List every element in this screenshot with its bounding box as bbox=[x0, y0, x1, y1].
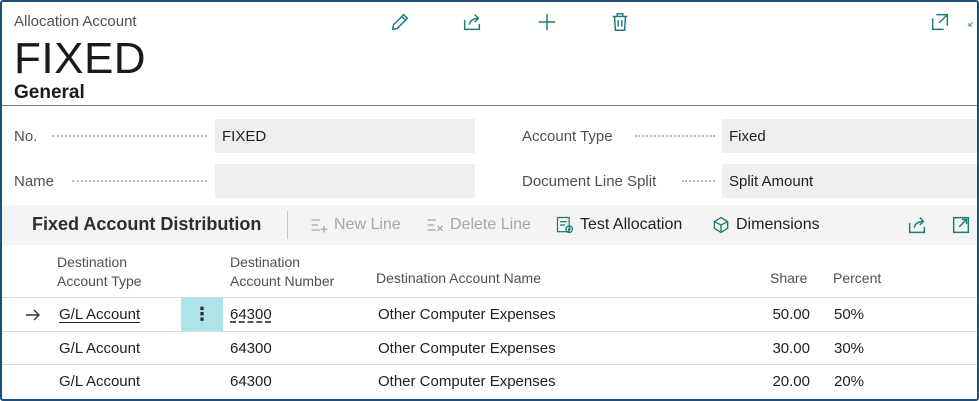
name-field[interactable] bbox=[215, 164, 475, 198]
cell-percent: 20% bbox=[834, 373, 865, 390]
cell-account-name: Other Computer Expenses bbox=[378, 340, 556, 357]
new-line-icon bbox=[311, 219, 328, 233]
col-label-line2: Account Type bbox=[57, 273, 142, 289]
section-title-general: General bbox=[14, 82, 85, 103]
dimensions-label: Dimensions bbox=[736, 216, 820, 233]
page-title: FIXED bbox=[14, 34, 147, 83]
col-label-line1: Destination bbox=[57, 254, 128, 270]
dimensions-icon bbox=[713, 216, 729, 234]
col-percent[interactable]: Percent bbox=[833, 269, 881, 288]
test-allocation-label: Test Allocation bbox=[580, 216, 683, 233]
share-icon[interactable] bbox=[906, 214, 928, 236]
divider bbox=[287, 211, 288, 239]
table-row[interactable]: G/L Account ⋮ 64300 Other Computer Expen… bbox=[2, 298, 977, 331]
document-line-split-field[interactable]: Split Amount bbox=[722, 164, 977, 198]
field-name: Name bbox=[14, 164, 54, 198]
lines-title: Fixed Account Distribution bbox=[32, 214, 262, 234]
delete-line-icon bbox=[427, 219, 443, 232]
lines-action-bar: Fixed Account Distribution New Line Dele… bbox=[2, 205, 977, 245]
test-allocation-icon bbox=[556, 216, 574, 234]
name-label: Name bbox=[14, 172, 55, 190]
open-new-window-icon[interactable] bbox=[928, 10, 952, 34]
page-frame: Allocation Account FIXED General No. FIX… bbox=[0, 0, 979, 401]
document-line-split-label: Document Line Split bbox=[522, 172, 657, 190]
page-caption: Allocation Account bbox=[14, 13, 137, 30]
row-actions-menu-icon[interactable]: ⋮ bbox=[181, 298, 223, 331]
cell-percent: 50% bbox=[834, 306, 865, 323]
new-icon[interactable] bbox=[535, 10, 559, 34]
delete-line-button[interactable]: Delete Line bbox=[425, 213, 531, 237]
arrow-right-icon bbox=[26, 309, 40, 321]
dotted-leader bbox=[52, 135, 207, 137]
field-no: No. bbox=[14, 119, 37, 153]
no-label: No. bbox=[14, 127, 38, 145]
no-field[interactable]: FIXED bbox=[215, 119, 475, 153]
cell-percent: 30% bbox=[834, 340, 865, 357]
dimensions-button[interactable]: Dimensions bbox=[711, 213, 820, 237]
dotted-leader bbox=[72, 180, 207, 182]
col-share[interactable]: Share bbox=[770, 269, 807, 288]
collapse-icon[interactable] bbox=[967, 10, 977, 34]
field-document-line-split: Document Line Split bbox=[522, 164, 656, 198]
cell-account-number[interactable]: 64300 bbox=[230, 298, 272, 331]
new-line-label: New Line bbox=[334, 216, 401, 233]
col-destination-account-type[interactable]: Destination Account Type bbox=[57, 253, 142, 291]
cell-account-name: Other Computer Expenses bbox=[378, 306, 556, 323]
header-card: Allocation Account FIXED General bbox=[2, 2, 977, 106]
cell-share[interactable]: 50.00 bbox=[742, 298, 810, 331]
distribution-lines: Fixed Account Distribution New Line Dele… bbox=[2, 205, 977, 399]
delete-icon[interactable] bbox=[608, 10, 632, 34]
account-type-field[interactable]: Fixed bbox=[722, 119, 977, 153]
col-label-line1: Destination bbox=[230, 254, 301, 270]
new-line-button[interactable]: New Line bbox=[309, 213, 401, 237]
dotted-leader bbox=[682, 180, 715, 182]
delete-line-label: Delete Line bbox=[450, 216, 531, 233]
cell-share[interactable]: 20.00 bbox=[742, 365, 810, 398]
cell-share[interactable]: 30.00 bbox=[742, 332, 810, 365]
cell-account-number[interactable]: 64300 bbox=[230, 332, 272, 365]
expand-icon[interactable] bbox=[950, 214, 972, 236]
table-row[interactable]: G/L Account 64300 Other Computer Expense… bbox=[2, 332, 977, 365]
col-destination-account-number[interactable]: Destination Account Number bbox=[230, 253, 334, 291]
cell-account-type[interactable]: G/L Account bbox=[59, 332, 140, 365]
cell-account-number[interactable]: 64300 bbox=[230, 365, 272, 398]
cell-account-type[interactable]: G/L Account bbox=[59, 298, 140, 331]
field-account-type: Account Type bbox=[522, 119, 613, 153]
col-destination-account-name[interactable]: Destination Account Name bbox=[376, 269, 541, 288]
cell-account-type[interactable]: G/L Account bbox=[59, 365, 140, 398]
test-allocation-button[interactable]: Test Allocation bbox=[555, 213, 682, 237]
share-icon[interactable] bbox=[460, 10, 484, 34]
table-row[interactable]: G/L Account 64300 Other Computer Expense… bbox=[2, 365, 977, 398]
col-label-line2: Account Number bbox=[230, 273, 335, 289]
account-type-label: Account Type bbox=[522, 127, 613, 145]
cell-account-name: Other Computer Expenses bbox=[378, 373, 556, 390]
dotted-leader bbox=[635, 135, 715, 137]
edit-icon[interactable] bbox=[388, 10, 412, 34]
